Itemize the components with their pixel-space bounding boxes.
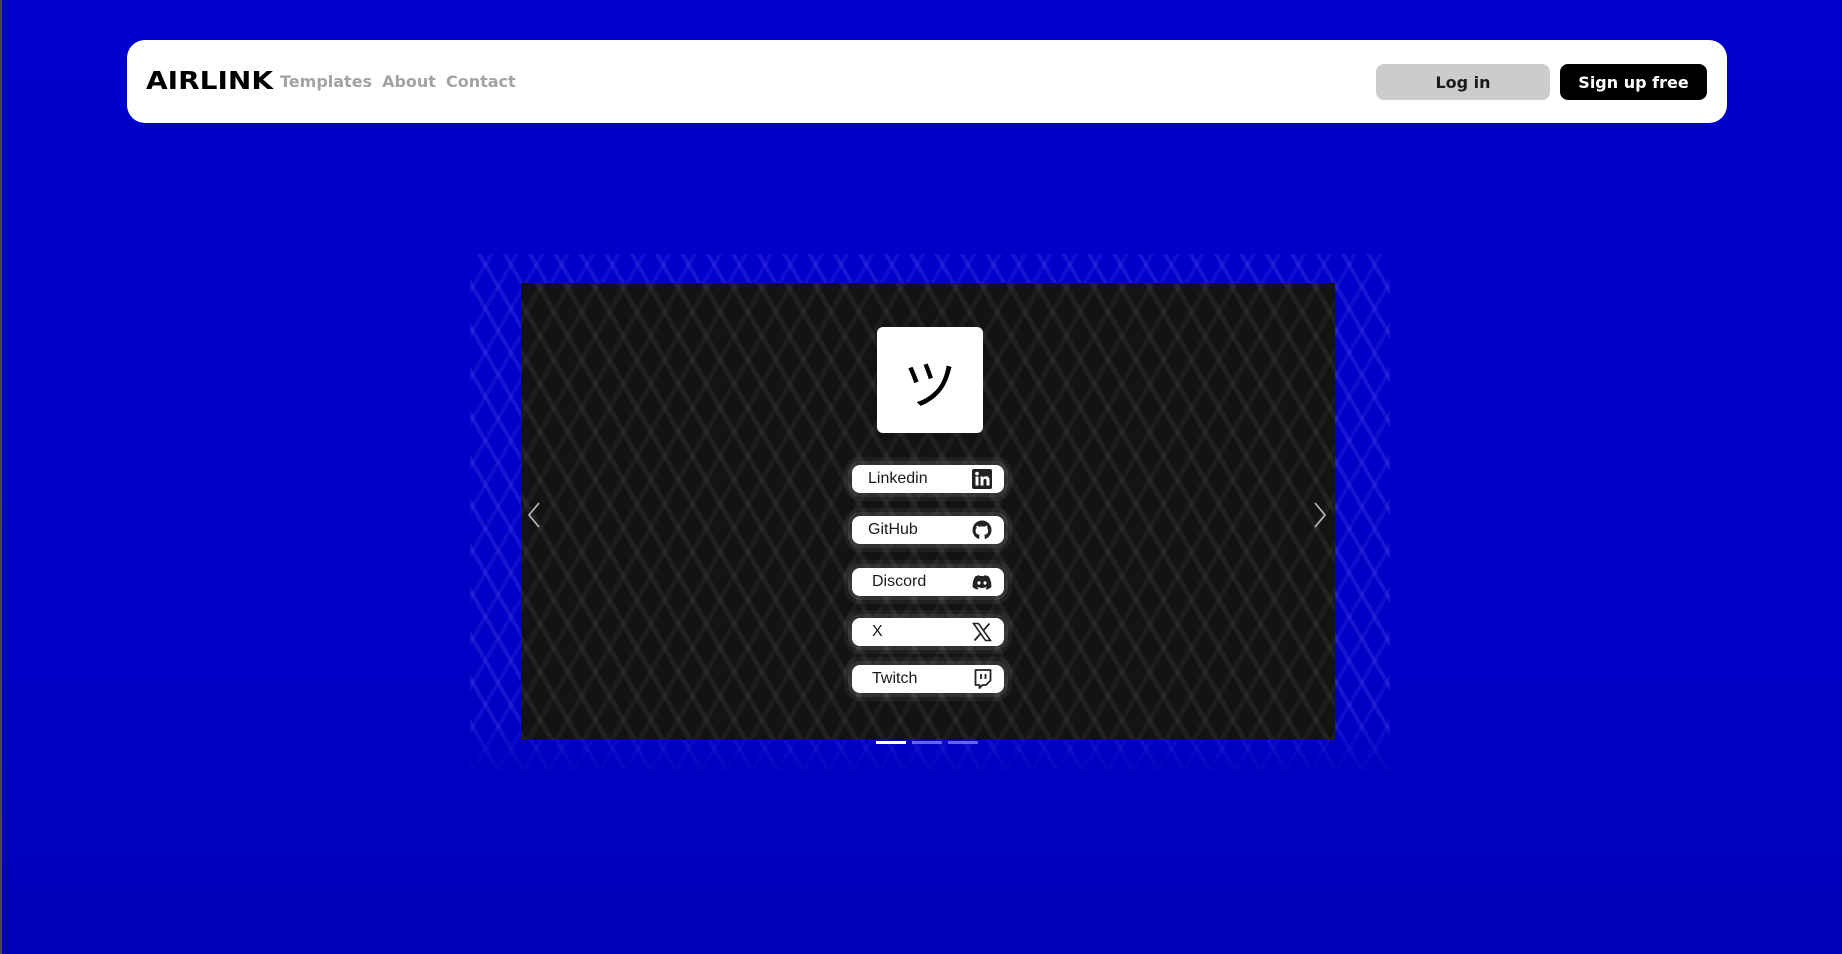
nav-link-templates[interactable]: Templates [280, 71, 372, 93]
discord-icon [972, 572, 992, 592]
link-label: Linkedin [868, 470, 928, 487]
link-label: X [872, 623, 883, 640]
window-edge [0, 0, 2, 954]
carousel-pagination [876, 741, 978, 744]
airlink-logo[interactable]: AIRLINK [146, 66, 273, 96]
carousel-dot-1[interactable] [876, 741, 906, 744]
navbar: AIRLINK Templates About Contact Log in S… [127, 40, 1727, 123]
carousel-dot-2[interactable] [912, 741, 942, 744]
carousel-dot-3[interactable] [948, 741, 978, 744]
link-label: GitHub [868, 521, 918, 538]
login-button[interactable]: Log in [1376, 64, 1550, 100]
signup-button[interactable]: Sign up free [1560, 64, 1707, 100]
chevron-left-icon [527, 502, 540, 528]
link-button-linkedin[interactable]: Linkedin [852, 465, 1004, 493]
chevron-right-icon [1314, 502, 1327, 528]
link-button-twitch[interactable]: Twitch [852, 665, 1004, 693]
nav-link-contact[interactable]: Contact [446, 71, 516, 93]
profile-avatar: ツ [877, 327, 983, 433]
link-label: Twitch [872, 670, 918, 687]
link-button-x[interactable]: X [852, 618, 1004, 646]
link-label: Discord [872, 573, 927, 590]
github-icon [972, 520, 992, 540]
carousel-prev-button[interactable] [522, 497, 546, 533]
carousel-next-button[interactable] [1308, 497, 1332, 533]
link-button-discord[interactable]: Discord [852, 568, 1004, 596]
link-button-github[interactable]: GitHub [852, 516, 1004, 544]
linkedin-icon [972, 469, 992, 489]
nav-link-about[interactable]: About [382, 71, 436, 93]
nav-links: Templates About Contact [280, 71, 516, 93]
twitch-icon [972, 669, 992, 689]
x-icon [972, 622, 992, 642]
